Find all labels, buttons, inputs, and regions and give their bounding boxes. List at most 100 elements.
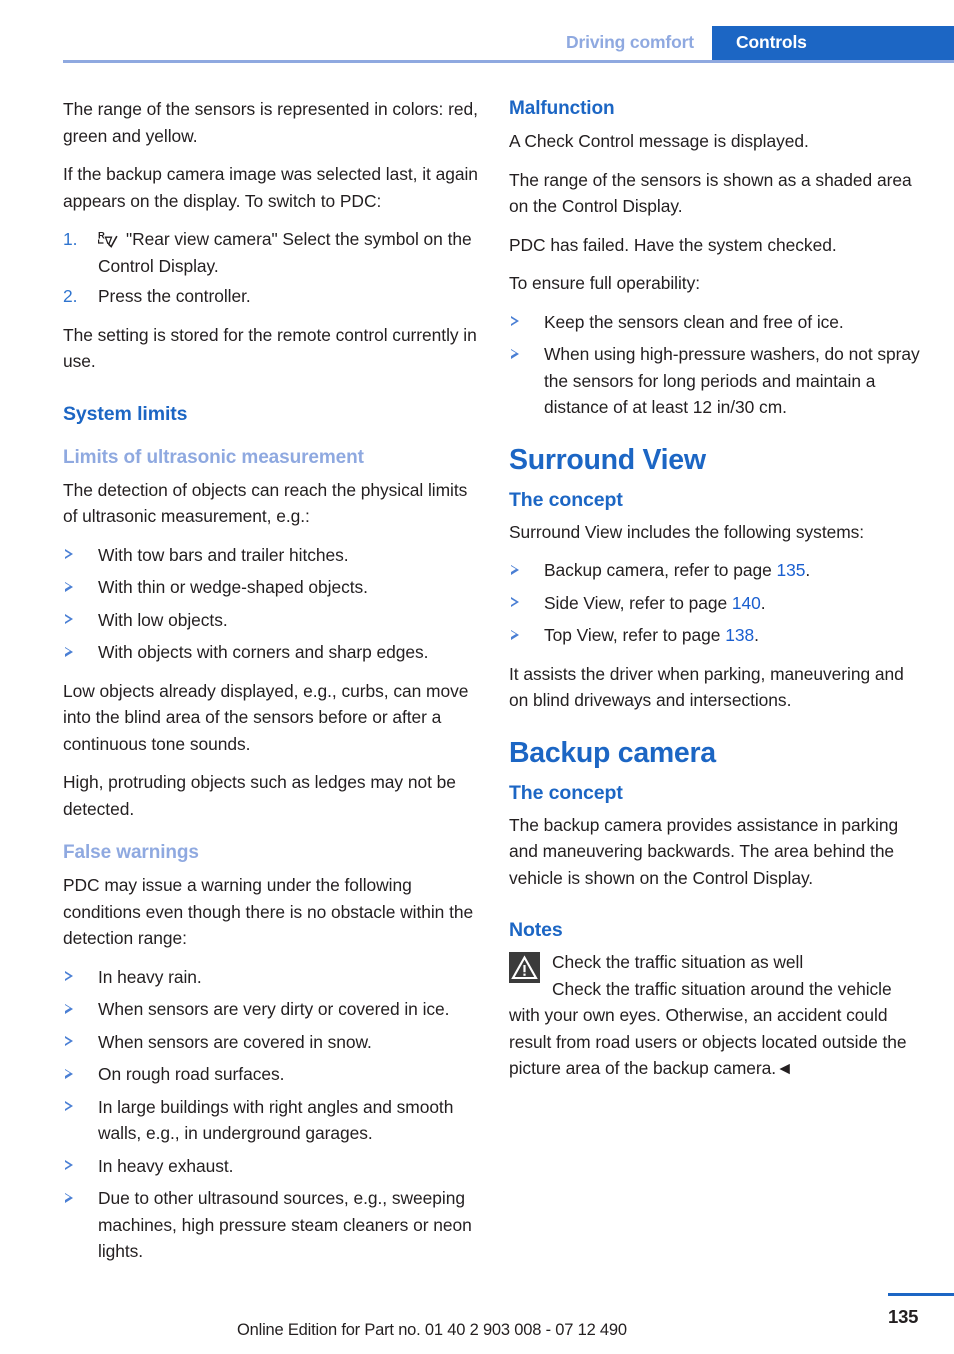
step-number: 1. (63, 229, 78, 249)
paragraph-detection-limits: The detection of objects can reach the p… (63, 479, 468, 527)
list-item-label: In large buildings with right angles and… (98, 1096, 454, 1144)
heading-system-limits: System limits (63, 402, 188, 425)
paragraph-ensure-operability: To ensure full operability: (509, 273, 701, 293)
triangle-bullet-icon (65, 646, 73, 657)
right-column: Malfunction A Check Control message is d… (509, 96, 927, 1277)
list-item: With thin or wedge-shaped objects. (63, 574, 481, 601)
triangle-bullet-icon (65, 971, 73, 982)
paragraph-pdc-failed: PDC has failed. Have the system checked. (509, 234, 837, 255)
numbered-steps-list: 1. R "Rear view camera" Select the symbo… (63, 226, 481, 310)
folio-divider (888, 1293, 954, 1296)
page-footer: Online Edition for Part no. 01 40 2 903 … (0, 1268, 954, 1354)
content-columns: The range of the sensors is represented … (63, 96, 954, 1277)
paragraph-surround-view-systems: Surround View includes the following sys… (509, 521, 865, 542)
list-item: Due to other ultrasound sources, e.g., s… (63, 1185, 481, 1265)
page-reference-link[interactable]: 138 (725, 625, 754, 645)
list-item-label: With low objects. (98, 609, 228, 630)
list-item: Keep the sensors clean and free of ice. (509, 309, 927, 336)
header-tabs: Driving comfort Controls (566, 26, 954, 60)
triangle-bullet-icon (65, 1068, 73, 1079)
heading-the-concept-surround-view: The concept (509, 488, 623, 511)
bullet-list-surround-view-systems: Backup camera, refer to page 135. Side V… (509, 557, 927, 649)
list-item-label: When sensors are very dirty or covered i… (98, 999, 450, 1019)
list-item: With low objects. (63, 607, 481, 634)
list-item: With tow bars and trailer hitches. (63, 542, 481, 569)
paragraph-sensor-range-colors: The range of the sensors is represented … (63, 99, 478, 146)
list-item-label-suffix: . (754, 625, 759, 645)
list-item: Backup camera, refer to page 135. (509, 557, 927, 584)
header-section-label: Controls (712, 26, 954, 60)
list-item-label: With tow bars and trailer hitches. (98, 544, 349, 565)
step-text: Press the controller. (98, 286, 251, 306)
list-item-label-suffix: . (760, 592, 766, 613)
paragraph-false-warning-conditions: PDC may issue a warning under the follow… (63, 875, 474, 948)
list-item-label: Backup camera, refer to page (544, 560, 777, 580)
heading-limits-of-ultrasonic-measurement: Limits of ultrasonic measurement (63, 446, 364, 468)
list-item-label: With objects with corners and sharp edge… (98, 642, 429, 662)
page-reference-link[interactable]: 140 (732, 593, 761, 613)
triangle-bullet-icon (65, 1101, 73, 1112)
warning-note-block: Check the traffic situation as well Check… (509, 949, 927, 1082)
triangle-bullet-icon (511, 597, 519, 608)
list-item: When sensors are covered in snow. (63, 1029, 481, 1056)
list-item: When sensors are very dirty or covered i… (63, 996, 481, 1023)
list-item-label: In heavy exhaust. (98, 1155, 234, 1176)
bullet-list-ultrasonic-limits: With tow bars and trailer hitches. With … (63, 542, 481, 666)
paragraph-low-objects-blind-area: Low objects already displayed, e.g., cur… (63, 680, 469, 754)
triangle-bullet-icon (65, 1003, 73, 1014)
list-item-label: When using high-pressure washers, do not… (544, 344, 920, 417)
triangle-bullet-icon (65, 581, 73, 592)
left-column: The range of the sensors is represented … (63, 96, 481, 1277)
header-chapter-label: Driving comfort (565, 32, 694, 53)
heading-notes: Notes (509, 919, 563, 941)
page-number: 135 (888, 1306, 919, 1327)
list-item: In large buildings with right angles and… (63, 1094, 481, 1147)
paragraph-check-control-message: A Check Control message is displayed. (509, 131, 809, 151)
warning-triangle-icon (509, 952, 540, 983)
paragraph-backup-camera-switch: If the backup camera image was selected … (63, 164, 478, 211)
step-text: "Rear view camera" Select the symbol on … (98, 229, 472, 276)
paragraph-high-protruding-objects: High, protruding objects such as ledges … (63, 772, 456, 819)
triangle-bullet-icon (65, 1160, 73, 1171)
triangle-bullet-icon (511, 316, 519, 327)
list-item: On rough road surfaces. (63, 1061, 481, 1088)
heading-the-concept-backup-camera: The concept (509, 781, 623, 804)
list-item-label: When sensors are covered in snow. (98, 1031, 372, 1052)
paragraph-assists-driver: It assists the driver when parking, mane… (509, 663, 904, 711)
list-item-label: Due to other ultrasound sources, e.g., s… (98, 1188, 472, 1261)
paragraph-shaded-area: The range of the sensors is shown as a s… (509, 169, 912, 217)
heading-malfunction: Malfunction (509, 98, 615, 119)
triangle-bullet-icon (65, 1192, 73, 1203)
list-item: When using high-pressure washers, do not… (509, 341, 927, 421)
heading-backup-camera: Backup camera (509, 736, 716, 769)
end-of-note-marker: ◄ (776, 1058, 794, 1078)
page-header: Driving comfort Controls (0, 0, 954, 63)
warning-note-title: Check the traffic situation as well (552, 952, 804, 972)
list-item: 1. R "Rear view camera" Select the symbo… (63, 226, 481, 279)
header-divider (63, 60, 954, 63)
page-reference-link[interactable]: 135 (776, 560, 805, 580)
heading-false-warnings: False warnings (63, 842, 199, 863)
list-item: 2. Press the controller. (63, 283, 481, 310)
list-item-label: In heavy rain. (98, 966, 202, 987)
footer-edition-text: Online Edition for Part no. 01 40 2 903 … (237, 1321, 627, 1339)
rear-view-camera-icon: R (98, 229, 120, 248)
warning-note-body: Check the traffic situation around the v… (509, 978, 907, 1079)
triangle-bullet-icon (65, 614, 73, 625)
bullet-list-operability: Keep the sensors clean and free of ice. … (509, 309, 927, 421)
triangle-bullet-icon (65, 549, 73, 560)
list-item-label-suffix: . (805, 560, 811, 580)
list-item: In heavy rain. (63, 964, 481, 991)
triangle-bullet-icon (65, 1036, 73, 1047)
triangle-bullet-icon (511, 629, 519, 640)
bullet-list-false-warnings: In heavy rain. When sensors are very dir… (63, 964, 481, 1265)
triangle-bullet-icon (511, 348, 519, 359)
list-item: Top View, refer to page 138. (509, 622, 927, 649)
paragraph-backup-camera-assistance: The backup camera provides assistance in… (509, 814, 899, 888)
paragraph-setting-stored: The setting is stored for the remote con… (63, 324, 477, 372)
list-item: In heavy exhaust. (63, 1153, 481, 1180)
list-item-label: On rough road surfaces. (98, 1064, 285, 1084)
list-item-label: Side View, refer to page (544, 592, 732, 613)
step-number: 2. (63, 286, 78, 306)
heading-surround-view: Surround View (509, 443, 706, 476)
